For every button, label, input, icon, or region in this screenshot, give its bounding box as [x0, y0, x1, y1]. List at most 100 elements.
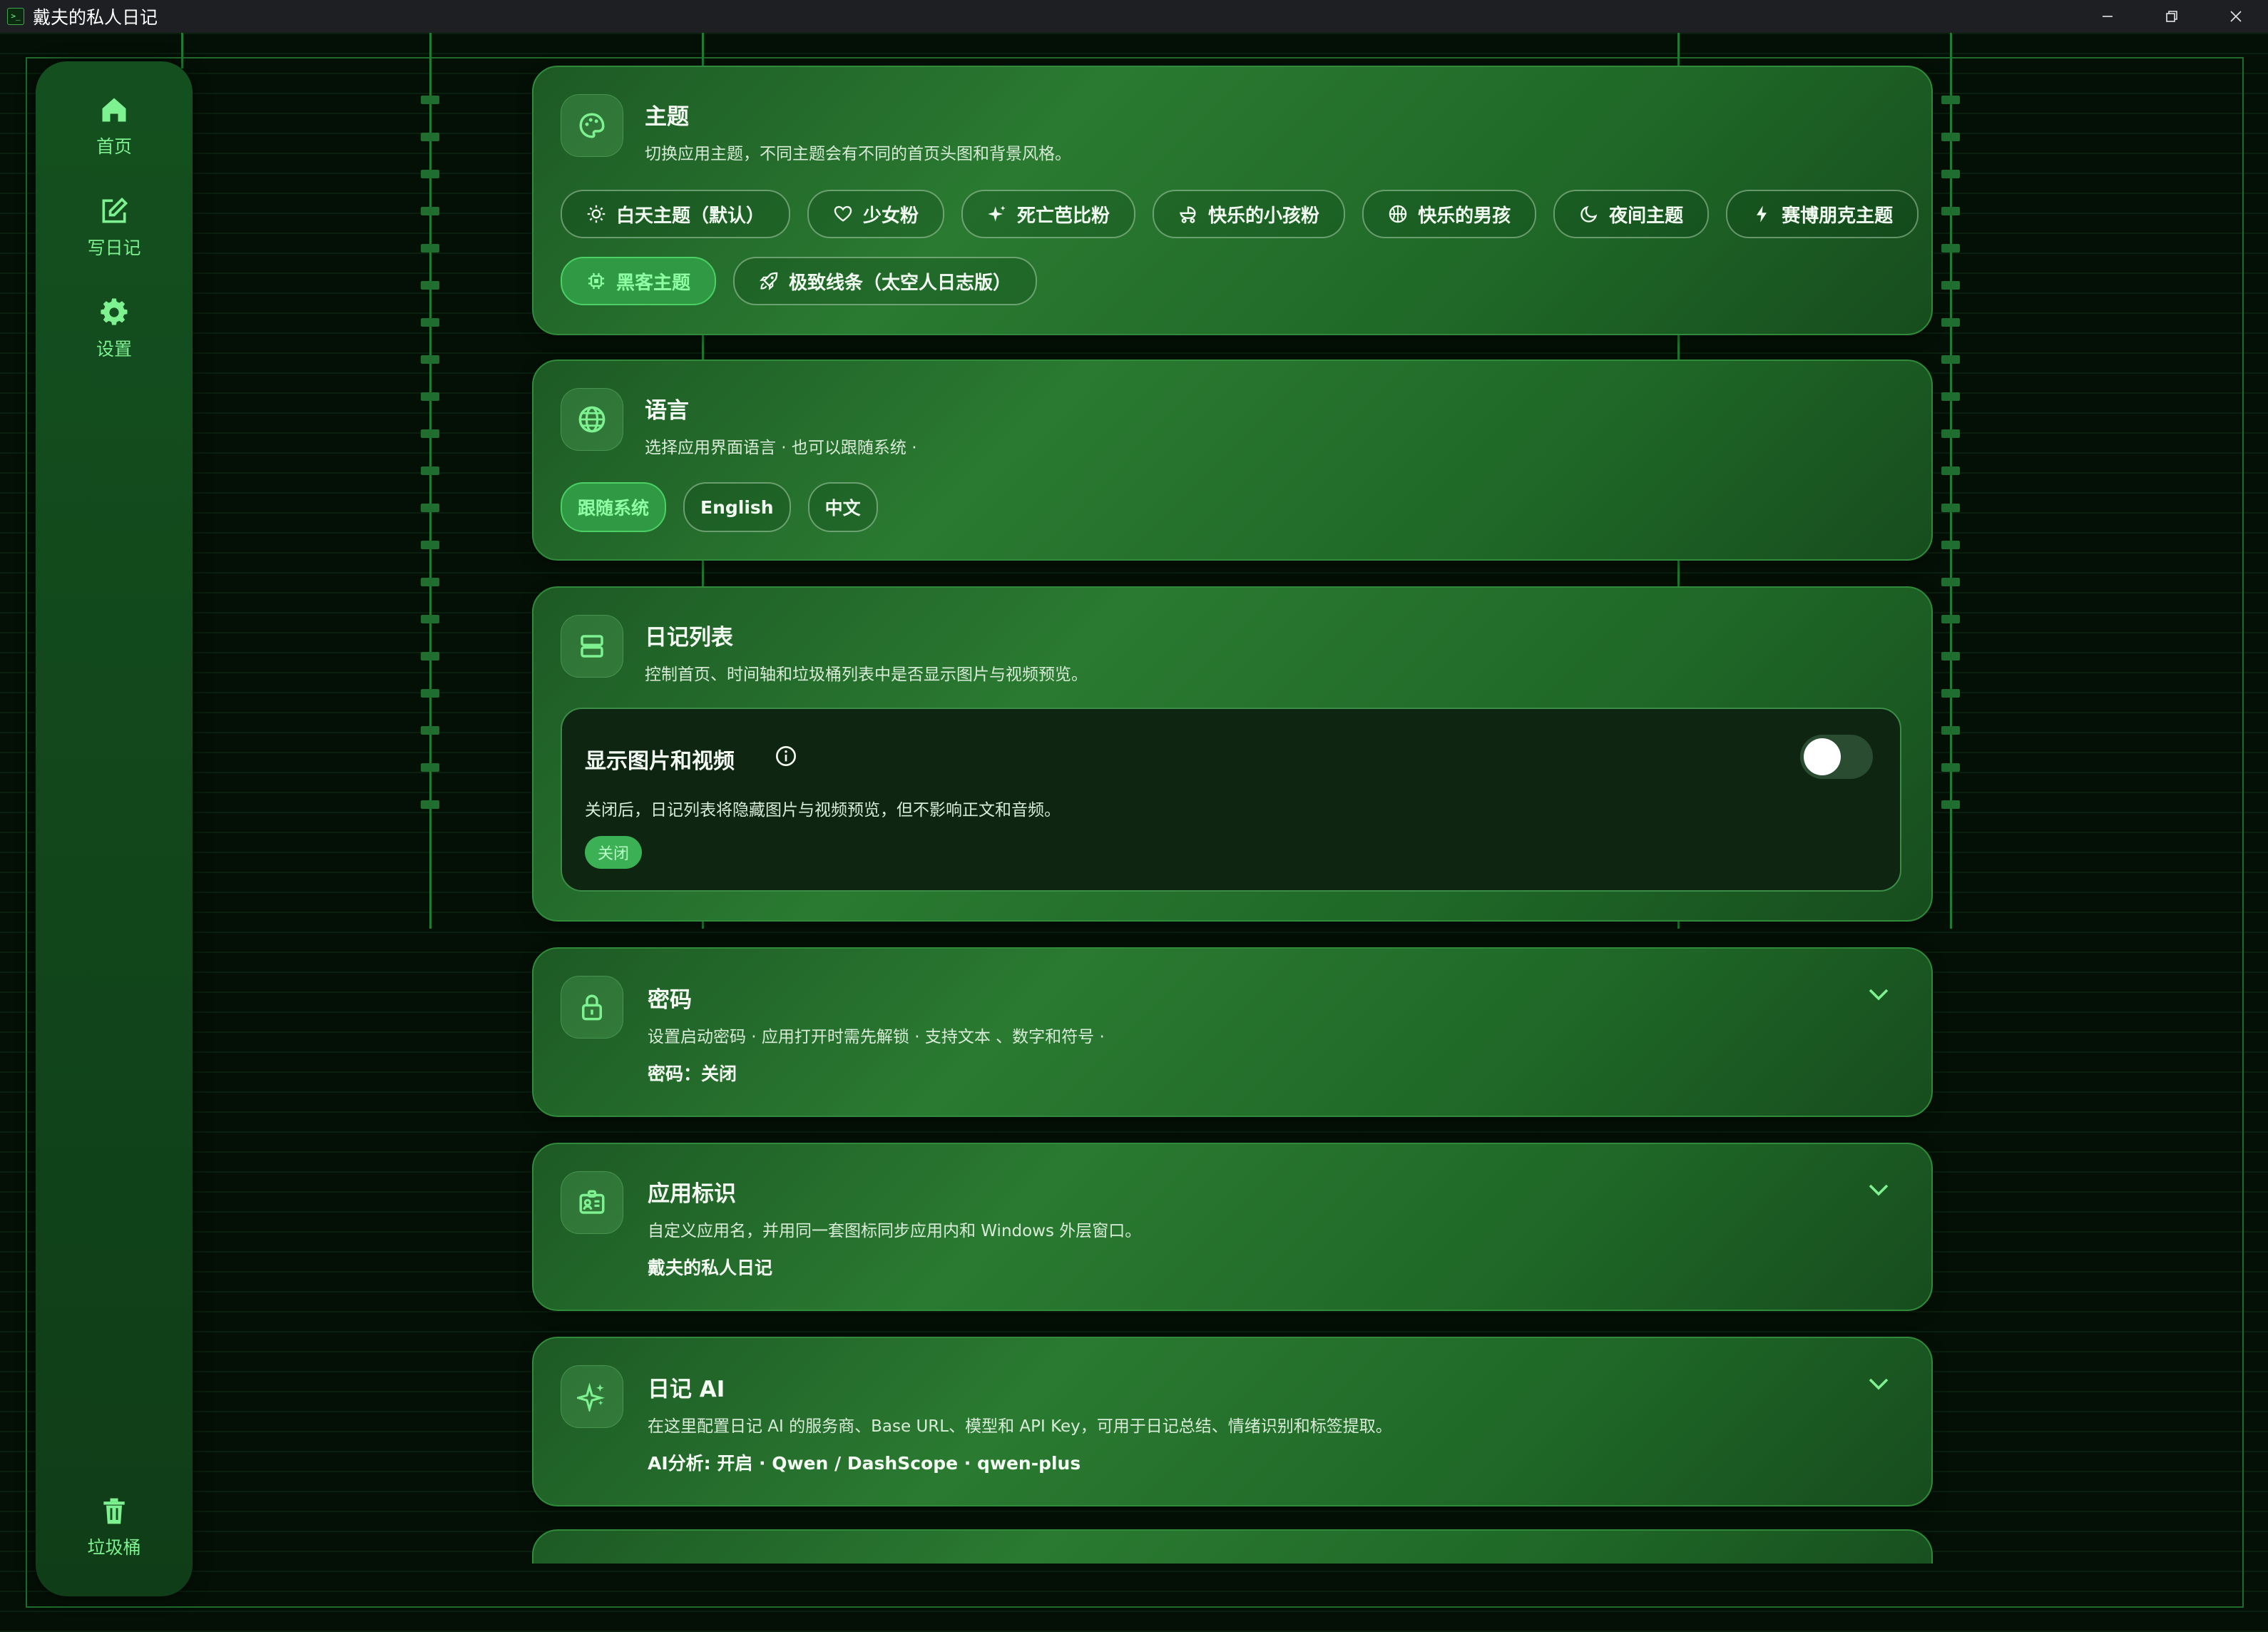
theme-option-cyberpunk[interactable]: 赛博朋克主题 — [1726, 190, 1919, 238]
window-title: 戴夫的私人日记 — [33, 7, 158, 28]
card-description: 切换应用主题，不同主题会有不同的首页头图和背景风格。 — [645, 145, 1071, 163]
diary-list-card: 日记列表 控制首页、时间轴和垃圾桶列表中是否显示图片与视频预览。 显示图片和视频… — [532, 586, 1933, 922]
circuit-line — [181, 33, 183, 68]
card-icon-box — [561, 94, 623, 157]
card-description: 设置启动密码 · 应用打开时需先解锁 · 支持文本 、数字和符号 · — [648, 1028, 1105, 1046]
trash-icon — [103, 1498, 125, 1524]
card-title: 应用标识 — [648, 1181, 736, 1207]
password-status: 密码：关闭 — [648, 1064, 737, 1084]
chevron-down-icon[interactable] — [1866, 981, 1891, 1007]
sidebar-item-trash[interactable]: 垃圾桶 — [36, 1495, 193, 1559]
language-options: 跟随系统 English 中文 — [561, 482, 878, 532]
palette-icon — [579, 113, 605, 138]
basketball-icon — [1389, 205, 1407, 223]
chip-label: 夜间主题 — [1609, 205, 1684, 227]
restore-button[interactable] — [2140, 0, 2204, 33]
card-icon-box — [561, 976, 623, 1039]
language-option-system[interactable]: 跟随系统 — [561, 482, 667, 532]
chip-label: 快乐的小孩粉 — [1208, 205, 1320, 227]
title-bar: >_ 戴夫的私人日记 — [0, 0, 2268, 33]
media-preview-toggle[interactable] — [1800, 735, 1873, 779]
chip-label: 黑客主题 — [616, 272, 691, 294]
close-button[interactable] — [2204, 0, 2268, 33]
theme-card: 主题 切换应用主题，不同主题会有不同的首页头图和背景风格。 白天主题（默认） 少… — [532, 66, 1933, 335]
circuit-line — [429, 33, 431, 929]
sidebar-item-label: 垃圾桶 — [87, 1537, 141, 1558]
theme-options-row-1: 白天主题（默认） 少女粉 死亡芭比粉 快乐的小孩粉 快乐的男孩 夜间主题 赛博朋… — [561, 190, 1919, 238]
sidebar-item-settings[interactable]: 设置 — [36, 297, 193, 361]
card-title: 语言 — [645, 398, 689, 424]
password-card[interactable]: 密码 设置启动密码 · 应用打开时需先解锁 · 支持文本 、数字和符号 · 密码… — [532, 947, 1933, 1117]
chip-label: 跟随系统 — [578, 498, 650, 519]
chip-label: 死亡芭比粉 — [1017, 205, 1110, 227]
diary-ai-card[interactable]: 日记 AI 在这里配置日记 AI 的服务商、Base URL、模型和 API K… — [532, 1337, 1933, 1506]
chevron-down-icon[interactable] — [1866, 1371, 1891, 1397]
card-icon-box — [561, 388, 623, 451]
chip-label: 少女粉 — [863, 205, 919, 227]
rocket-icon — [759, 272, 778, 291]
sidebar-item-home[interactable]: 首页 — [36, 94, 193, 158]
language-option-chinese[interactable]: 中文 — [807, 482, 878, 532]
edit-icon — [102, 197, 128, 223]
theme-option-hacker[interactable]: 黑客主题 — [561, 257, 717, 305]
theme-option-kid-pink[interactable]: 快乐的小孩粉 — [1153, 190, 1346, 238]
restore-icon — [2166, 11, 2177, 22]
card-description: 在这里配置日记 AI 的服务商、Base URL、模型和 API Key，可用于… — [648, 1417, 1392, 1436]
toggle-knob — [1804, 738, 1841, 775]
sidebar-item-label: 写日记 — [87, 238, 141, 258]
card-icon-box — [561, 1171, 623, 1234]
bolt-icon — [1757, 205, 1767, 223]
theme-option-night[interactable]: 夜间主题 — [1553, 190, 1710, 238]
sidebar: 首页 写日记 设置 垃圾桶 — [36, 61, 193, 1596]
theme-options-row-2: 黑客主题 极致线条（太空人日志版） — [561, 257, 1038, 305]
theme-option-day[interactable]: 白天主题（默认） — [561, 190, 791, 238]
app-name-value: 戴夫的私人日记 — [648, 1258, 773, 1278]
card-description: 自定义应用名，并用同一套图标同步应用内和 Windows 外层窗口。 — [648, 1222, 1142, 1240]
card-title: 日记 AI — [648, 1377, 725, 1402]
card-icon-box — [561, 1365, 623, 1428]
chip-label: English — [700, 496, 774, 518]
app-identity-card[interactable]: 应用标识 自定义应用名，并用同一套图标同步应用内和 Windows 外层窗口。 … — [532, 1143, 1933, 1311]
theme-option-happy-boy[interactable]: 快乐的男孩 — [1362, 190, 1537, 238]
sparkle-icon — [988, 205, 1006, 222]
circuit-line — [1950, 33, 1952, 929]
card-title: 主题 — [645, 104, 689, 130]
theme-option-minimal-lines[interactable]: 极致线条（太空人日志版） — [733, 257, 1038, 305]
sidebar-item-write[interactable]: 写日记 — [36, 195, 193, 260]
sidebar-item-label: 设置 — [96, 339, 132, 359]
window-controls — [2075, 0, 2268, 33]
chip-icon — [588, 272, 605, 290]
theme-option-girl-pink[interactable]: 少女粉 — [807, 190, 945, 238]
sparkle-icon — [577, 1382, 605, 1412]
chip-label: 白天主题（默认） — [616, 205, 765, 227]
chip-label: 赛博朋克主题 — [1782, 205, 1894, 227]
app-icon: >_ — [7, 8, 24, 25]
minimize-button[interactable] — [2075, 0, 2140, 33]
language-option-english[interactable]: English — [683, 482, 791, 532]
heart-icon — [834, 205, 852, 222]
globe-icon — [578, 406, 606, 433]
gear-icon — [101, 298, 128, 325]
next-card-clip — [532, 1529, 1933, 1564]
chevron-down-icon[interactable] — [1866, 1177, 1891, 1203]
next-settings-card[interactable] — [532, 1529, 1933, 1564]
sidebar-item-label: 首页 — [96, 136, 132, 157]
moon-icon — [1580, 205, 1598, 223]
theme-option-death-barbie[interactable]: 死亡芭比粉 — [961, 190, 1136, 238]
id-badge-icon — [579, 1190, 605, 1214]
info-icon[interactable] — [775, 745, 797, 767]
card-title: 日记列表 — [645, 625, 733, 651]
home-icon — [102, 98, 126, 122]
language-card: 语言 选择应用界面语言 · 也可以跟随系统 · 跟随系统 English 中文 — [532, 359, 1933, 561]
lock-icon — [582, 994, 602, 1021]
status-badge: 关闭 — [585, 836, 643, 869]
card-icon-box — [561, 615, 623, 678]
sun-icon — [587, 205, 606, 223]
chip-label: 快乐的男孩 — [1418, 205, 1511, 227]
card-description: 选择应用界面语言 · 也可以跟随系统 · — [645, 439, 917, 457]
setting-description: 关闭后，日记列表将隐藏图片与视频预览，但不影响正文和音频。 — [585, 801, 1061, 820]
card-description: 控制首页、时间轴和垃圾桶列表中是否显示图片与视频预览。 — [645, 665, 1088, 684]
media-preview-setting: 显示图片和视频 关闭后，日记列表将隐藏图片与视频预览，但不影响正文和音频。 关闭 — [561, 708, 1901, 892]
chip-label: 极致线条（太空人日志版） — [789, 272, 1012, 294]
ai-status: AI分析: 开启 · Qwen / DashScope · qwen-plus — [648, 1453, 1081, 1474]
